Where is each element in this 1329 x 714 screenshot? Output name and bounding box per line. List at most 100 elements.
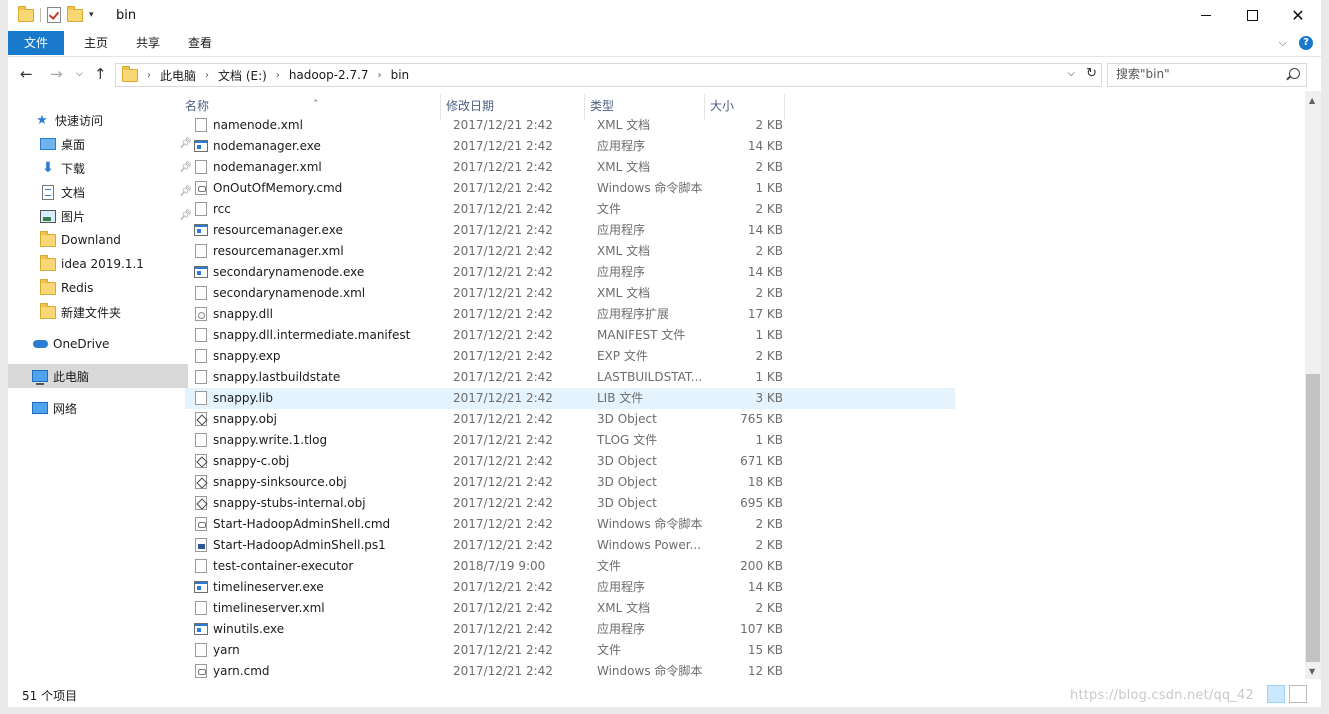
refresh-icon[interactable]: ↻	[1086, 66, 1097, 81]
address-bar[interactable]: › 此电脑 › 文档 (E:) › hadoop-2.7.7 › bin ⌵ ↻	[115, 63, 1102, 87]
tab-share[interactable]: 共享	[124, 31, 172, 55]
file-row[interactable]: Start-HadoopAdminShell.cmd 2017/12/21 2:4…	[185, 514, 955, 535]
minimize-button[interactable]	[1183, 0, 1229, 31]
file-size: 2 KB	[755, 202, 783, 216]
close-button[interactable]: ✕	[1275, 0, 1321, 31]
sidebar-item-network[interactable]: 网络	[8, 396, 188, 420]
file-row[interactable]: resourcemanager.xml 2017/12/21 2:42 XML 文档…	[185, 241, 955, 262]
help-icon[interactable]: ?	[1299, 36, 1313, 50]
tab-view[interactable]: 查看	[176, 31, 224, 55]
sidebar-item-desktop[interactable]: 桌面 📌︎	[8, 132, 196, 156]
sidebar-item-idea[interactable]: idea 2019.1.1	[8, 252, 196, 276]
sidebar-item-documents[interactable]: 文档 📌︎	[8, 180, 196, 204]
watermark: https://blog.csdn.net/qq_42	[1070, 688, 1255, 703]
file-row[interactable]: yarn.cmd 2017/12/21 2:42 Windows 命令脚本 12 KB	[185, 661, 955, 682]
file-name: OnOutOfMemory.cmd	[213, 181, 343, 195]
breadcrumb-chevron-icon[interactable]: ›	[205, 70, 209, 81]
tab-file[interactable]: 文件	[8, 31, 64, 55]
details-view-button[interactable]	[1267, 685, 1285, 703]
forward-arrow-icon[interactable]: →	[50, 65, 63, 83]
file-row[interactable]: yarn 2017/12/21 2:42 文件 15 KB	[185, 640, 955, 661]
sidebar-item-pictures[interactable]: 图片 📌︎	[8, 204, 196, 228]
scrollbar-thumb[interactable]	[1306, 374, 1320, 662]
file-type: TLOG 文件	[597, 433, 658, 447]
file-row[interactable]: snappy.dll.intermediate.manifest 2017/12/…	[185, 325, 955, 346]
search-box[interactable]	[1107, 63, 1307, 87]
column-header-name[interactable]: 名称 ⌃	[185, 96, 435, 116]
window-title: bin	[116, 8, 137, 23]
search-icon[interactable]	[1289, 68, 1300, 79]
file-row[interactable]: snappy.exp 2017/12/21 2:42 EXP 文件 2 KB	[185, 346, 955, 367]
scroll-down-arrow-icon[interactable]: ▼	[1309, 667, 1315, 676]
breadcrumb-drive-e[interactable]: 文档 (E:)	[218, 67, 267, 84]
file-row[interactable]: nodemanager.xml 2017/12/21 2:42 XML 文档 2 KB	[185, 157, 955, 178]
file-row[interactable]: secondarynamenode.xml 2017/12/21 2:42 XML …	[185, 283, 955, 304]
file-row[interactable]: resourcemanager.exe 2017/12/21 2:42 应用程序 14…	[185, 220, 955, 241]
file-row[interactable]: snappy-sinksource.obj 2017/12/21 2:42 3D O…	[185, 472, 955, 493]
sidebar-item-onedrive[interactable]: OneDrive	[8, 332, 188, 356]
file-row[interactable]: namenode.xml 2017/12/21 2:42 XML 文档 2 KB	[185, 115, 955, 136]
column-header-size[interactable]: 大小	[710, 96, 780, 116]
file-modified: 2017/12/21 2:42	[453, 349, 553, 363]
customize-toolbar-chevron-icon[interactable]: ▾	[89, 10, 94, 20]
sidebar-item-new-folder[interactable]: 新建文件夹	[8, 300, 196, 324]
file-row[interactable]: winutils.exe 2017/12/21 2:42 应用程序 107 KB	[185, 619, 955, 640]
breadcrumb-chevron-icon[interactable]: ›	[276, 70, 280, 81]
up-arrow-icon[interactable]: ↑	[94, 65, 107, 83]
sidebar-item-downland[interactable]: Downland	[8, 228, 196, 252]
file-row[interactable]: snappy.dll 2017/12/21 2:42 应用程序扩展 17 KB	[185, 304, 955, 325]
file-row[interactable]: snappy.lastbuildstate 2017/12/21 2:42 LAST…	[185, 367, 955, 388]
file-modified: 2017/12/21 2:42	[453, 286, 553, 300]
sidebar-item-label: 此电脑	[53, 369, 90, 384]
sidebar-item-this-pc[interactable]: 此电脑	[8, 364, 188, 388]
address-history-chevron-icon[interactable]: ⌵	[1067, 68, 1075, 79]
file-row[interactable]: rcc 2017/12/21 2:42 文件 2 KB	[185, 199, 955, 220]
file-size: 2 KB	[755, 517, 783, 531]
file-file-icon	[195, 643, 207, 657]
file-row[interactable]: test-container-executor 2018/7/19 9:00 文件 2…	[185, 556, 955, 577]
folder-icon	[40, 254, 56, 271]
file-row[interactable]: snappy.obj 2017/12/21 2:42 3D Object 765 KB	[185, 409, 955, 430]
new-folder-icon[interactable]	[67, 5, 83, 22]
sidebar-item-quick-access[interactable]: ★ 快速访问	[8, 108, 190, 132]
scroll-up-arrow-icon[interactable]: ▲	[1309, 96, 1315, 105]
file-file-icon	[195, 559, 207, 573]
expand-ribbon-chevron-icon[interactable]: ⌵	[1279, 36, 1287, 50]
vertical-scrollbar[interactable]: ▲ ▼	[1305, 91, 1321, 679]
exe-file-icon	[194, 581, 208, 593]
file-name: rcc	[213, 202, 231, 216]
file-row[interactable]: snappy-stubs-internal.obj 2017/12/21 2:42…	[185, 493, 955, 514]
breadcrumb-hadoop[interactable]: hadoop-2.7.7	[289, 68, 369, 82]
file-row[interactable]: nodemanager.exe 2017/12/21 2:42 应用程序 14 KB	[185, 136, 955, 157]
file-row[interactable]: snappy-c.obj 2017/12/21 2:42 3D Object 671 …	[185, 451, 955, 472]
file-type: 应用程序扩展	[597, 307, 670, 321]
file-name: snappy.lib	[213, 391, 273, 405]
file-row[interactable]: snappy.write.1.tlog 2017/12/21 2:42 TLOG 文…	[185, 430, 955, 451]
properties-icon[interactable]	[47, 7, 61, 23]
file-row[interactable]: Start-HadoopAdminShell.ps1 2017/12/21 2:4…	[185, 535, 955, 556]
search-input[interactable]	[1116, 67, 1276, 81]
folder-icon[interactable]	[18, 5, 34, 22]
tab-home[interactable]: 主页	[72, 31, 120, 55]
file-modified: 2017/12/21 2:42	[453, 160, 553, 174]
breadcrumb-chevron-icon[interactable]: ›	[147, 70, 151, 81]
recent-locations-chevron-icon[interactable]: ⌵	[76, 69, 83, 79]
file-size: 2 KB	[755, 601, 783, 615]
sidebar-item-downloads[interactable]: ⬇ 下载 📌︎	[8, 156, 196, 180]
breadcrumb-chevron-icon[interactable]: ›	[378, 70, 382, 81]
breadcrumb-this-pc[interactable]: 此电脑	[160, 67, 196, 84]
large-icons-view-button[interactable]	[1289, 685, 1307, 703]
column-header-type[interactable]: 类型	[590, 96, 700, 116]
maximize-button[interactable]	[1229, 0, 1275, 31]
file-row[interactable]: timelineserver.exe 2017/12/21 2:42 应用程序 14 …	[185, 577, 955, 598]
column-header-modified[interactable]: 修改日期	[446, 96, 576, 116]
file-row[interactable]: secondarynamenode.exe 2017/12/21 2:42 应用程序…	[185, 262, 955, 283]
file-modified: 2017/12/21 2:42	[453, 181, 553, 195]
breadcrumb-bin[interactable]: bin	[391, 68, 410, 82]
back-arrow-icon[interactable]: ←	[20, 65, 33, 83]
file-row[interactable]: snappy.lib 2017/12/21 2:42 LIB 文件 3 KB	[185, 388, 955, 409]
sidebar-item-redis[interactable]: Redis	[8, 276, 196, 300]
file-row[interactable]: OnOutOfMemory.cmd 2017/12/21 2:42 Windows …	[185, 178, 955, 199]
file-size: 2 KB	[755, 286, 783, 300]
file-row[interactable]: timelineserver.xml 2017/12/21 2:42 XML 文档 2…	[185, 598, 955, 619]
